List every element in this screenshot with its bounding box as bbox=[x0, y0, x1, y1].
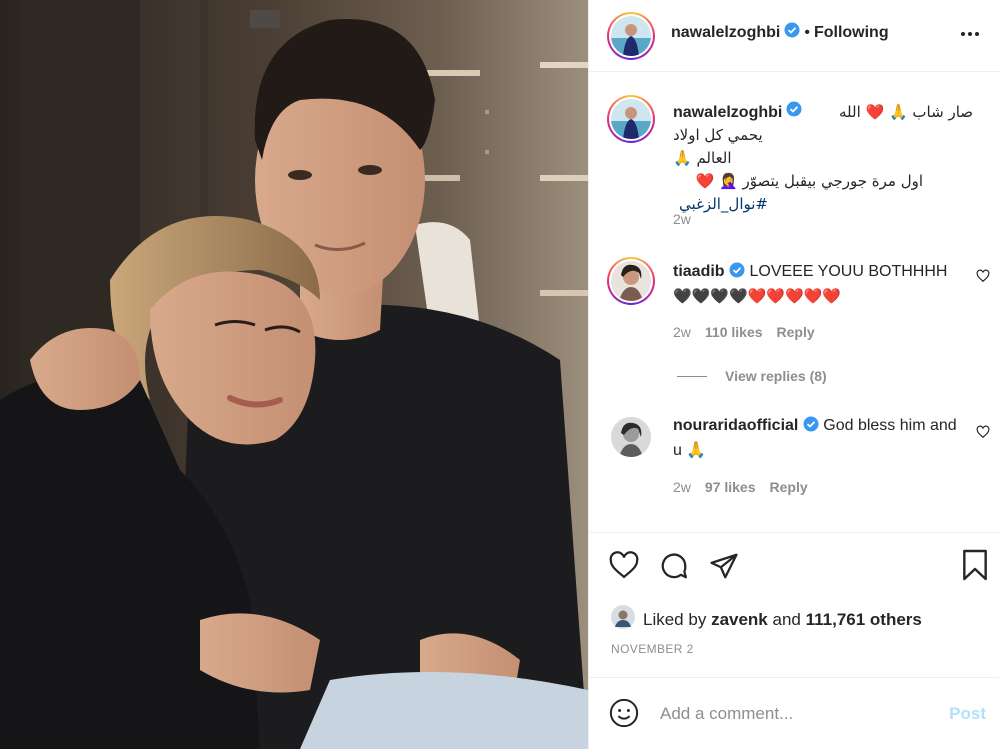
post-comment-button[interactable]: Post bbox=[949, 704, 986, 724]
liked-by-avatar[interactable] bbox=[611, 605, 635, 634]
comment-body: LOVEEE YOUU BOTHHHH bbox=[749, 263, 948, 280]
smiley-icon[interactable] bbox=[609, 698, 639, 733]
verified-badge-icon bbox=[729, 262, 745, 285]
comment-like-icon[interactable] bbox=[976, 269, 990, 288]
caption-line-3: اول مرة جورجي بيقبل يتصوّر 🤦‍♀️ ❤️ bbox=[695, 172, 923, 190]
comments-list[interactable]: nawalelzoghbi صار شاب 🙏 ❤️ الله يحمي كل … bbox=[589, 73, 999, 531]
verified-badge-icon bbox=[784, 22, 800, 43]
comment-username[interactable]: tiaadib bbox=[673, 263, 725, 280]
comment-text: tiaadib LOVEEE YOUU BOTHHHH 🖤🖤🖤🖤❤️❤️❤️❤️… bbox=[673, 260, 963, 308]
author-avatar[interactable] bbox=[607, 12, 655, 60]
comment-meta: 2w 97 likes Reply bbox=[673, 479, 808, 495]
comment-input[interactable]: Add a comment... bbox=[660, 704, 793, 724]
view-replies-button[interactable]: View replies (8) bbox=[677, 368, 827, 384]
liked-by-prefix: Liked by bbox=[643, 609, 707, 629]
likes-count[interactable]: 111,761 others bbox=[806, 610, 922, 629]
comment-likes[interactable]: 97 likes bbox=[705, 479, 756, 495]
comment-time: 2w bbox=[673, 324, 691, 340]
commenter-avatar[interactable] bbox=[607, 413, 655, 461]
paper-plane-icon[interactable] bbox=[709, 551, 739, 586]
post-date[interactable]: NOVEMBER 2 bbox=[611, 642, 694, 656]
liked-by: Liked by zavenk and 111,761 others bbox=[611, 605, 922, 634]
post-actions: Liked by zavenk and 111,761 others NOVEM… bbox=[589, 532, 999, 677]
liked-by-and: and bbox=[772, 609, 801, 629]
caption-time: 2w bbox=[673, 211, 691, 227]
caption-avatar[interactable] bbox=[607, 95, 655, 143]
author-username[interactable]: nawalelzoghbi bbox=[671, 24, 780, 42]
caption-username[interactable]: nawalelzoghbi bbox=[673, 101, 782, 124]
comment-meta: 2w 110 likes Reply bbox=[673, 324, 815, 340]
caption-text: nawalelzoghbi صار شاب 🙏 ❤️ الله يحمي كل … bbox=[673, 101, 973, 216]
comment-emojis: 🖤🖤🖤🖤❤️❤️❤️❤️❤️ bbox=[673, 287, 842, 305]
header-separator: • bbox=[804, 23, 810, 41]
comment-time: 2w bbox=[673, 479, 691, 495]
verified-badge-icon bbox=[786, 101, 802, 124]
comment-like-icon[interactable] bbox=[976, 425, 990, 444]
reply-button[interactable]: Reply bbox=[770, 479, 808, 495]
liked-by-user[interactable]: zavenk bbox=[711, 610, 768, 629]
post-header: nawalelzoghbi • Following bbox=[589, 0, 999, 72]
following-button[interactable]: Following bbox=[814, 24, 889, 42]
heart-icon[interactable] bbox=[609, 551, 639, 584]
author-avatar-image bbox=[611, 16, 651, 56]
caption-meta: 2w bbox=[673, 211, 691, 227]
view-replies-line bbox=[677, 375, 707, 377]
comment-bubble-icon[interactable] bbox=[659, 551, 689, 586]
comment-likes[interactable]: 110 likes bbox=[705, 324, 763, 340]
post-photo[interactable] bbox=[0, 0, 588, 749]
verified-badge-icon bbox=[803, 416, 819, 439]
view-replies-label: View replies (8) bbox=[725, 368, 827, 384]
commenter-avatar[interactable] bbox=[607, 257, 655, 305]
comment-username[interactable]: nouraridaofficial bbox=[673, 417, 798, 434]
comment-composer: Add a comment... Post bbox=[589, 677, 999, 749]
bookmark-icon[interactable] bbox=[960, 549, 990, 586]
reply-button[interactable]: Reply bbox=[777, 324, 815, 340]
photo-illustration bbox=[0, 0, 588, 749]
caption-line-1: صار شاب 🙏 ❤️ الله bbox=[839, 103, 973, 121]
more-options-icon[interactable] bbox=[958, 22, 982, 46]
comment-text: nouraridaofficial God bless him and u 🙏 bbox=[673, 414, 963, 462]
caption-line-2: يحمي كل اولاد العالم 🙏 bbox=[673, 126, 763, 167]
post-panel: nawalelzoghbi • Following nawalelzoghbi … bbox=[588, 0, 999, 749]
